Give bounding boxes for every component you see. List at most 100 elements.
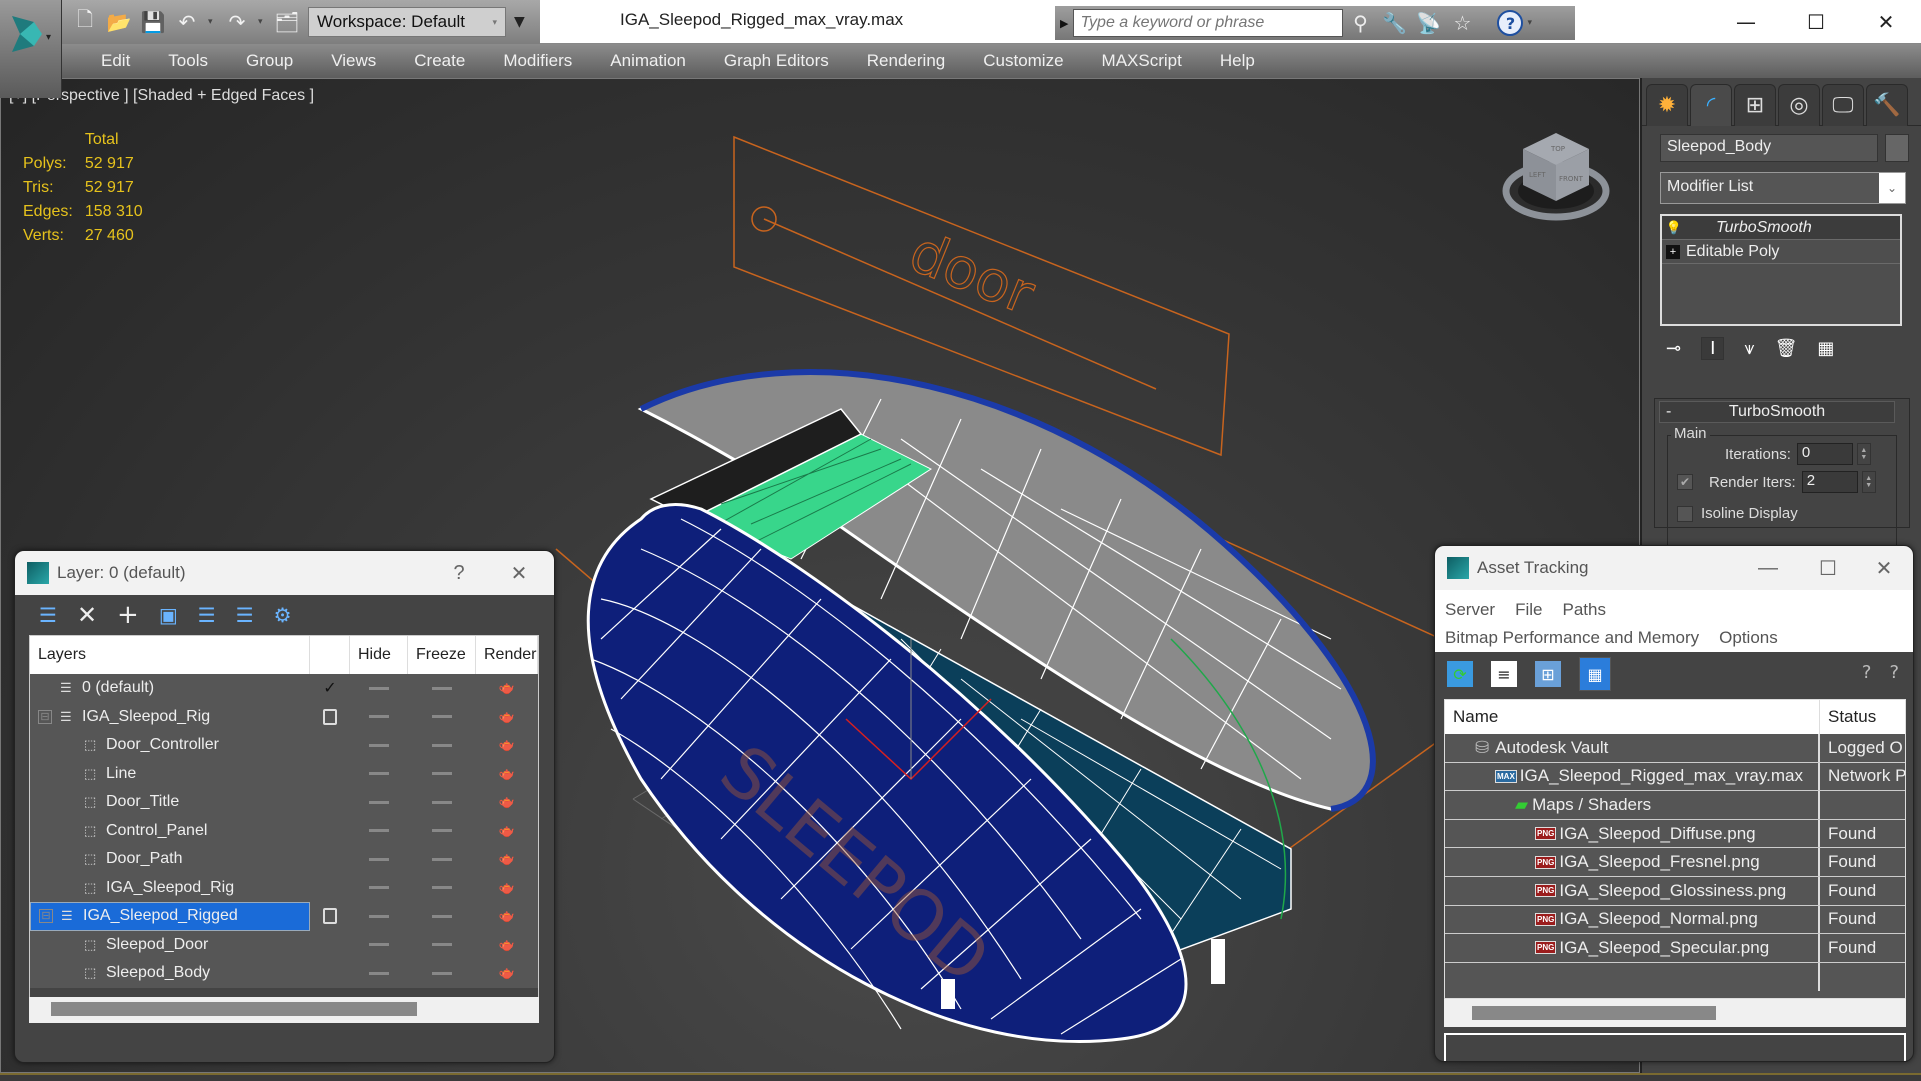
layer-row[interactable]: ⬚ Door_Path 🫖: [30, 845, 538, 874]
menu-create[interactable]: Create: [395, 51, 484, 71]
iterations-spinner[interactable]: 0: [1796, 443, 1853, 465]
add-to-layer-icon[interactable]: +: [117, 600, 139, 630]
key-sign-in-icon[interactable]: 🔧: [1377, 11, 1411, 35]
star-favorites-icon[interactable]: ☆: [1445, 11, 1479, 35]
tab-motion[interactable]: ◎: [1778, 84, 1820, 126]
asset-row[interactable]: PNG IGA_Sleepod_Specular.png Found: [1445, 934, 1905, 963]
layer-name-cell[interactable]: ☰ 0 (default): [30, 674, 310, 703]
render-iters-spinner[interactable]: 2: [1801, 471, 1858, 493]
asset-row[interactable]: PNG IGA_Sleepod_Glossiness.png Found: [1445, 876, 1905, 906]
asset-window-titlebar[interactable]: Asset Tracking — ☐ ✕: [1435, 546, 1913, 590]
layer-name-cell[interactable]: ⬚ Line: [30, 760, 310, 789]
layer-settings-icon[interactable]: ⚙: [274, 603, 292, 627]
close-button[interactable]: ✕: [1859, 546, 1909, 590]
tab-hierarchy[interactable]: ⊞: [1734, 84, 1776, 126]
freeze-toggle[interactable]: [408, 857, 476, 861]
current-layer-toggle[interactable]: [310, 708, 350, 725]
menu-help[interactable]: Help: [1201, 51, 1274, 71]
render-teapot-icon[interactable]: 🫖: [476, 823, 538, 839]
horizontal-scrollbar[interactable]: [29, 997, 539, 1023]
render-teapot-icon[interactable]: 🫖: [476, 709, 538, 725]
layer-name-cell[interactable]: ⬚ Door_Path: [30, 845, 310, 874]
tab-create[interactable]: ✹: [1646, 84, 1688, 126]
redo-dropdown-icon[interactable]: ▾: [258, 17, 266, 27]
undo-dropdown-icon[interactable]: ▾: [208, 17, 216, 27]
layer-name-cell[interactable]: ⊟ ☰ IGA_Sleepod_Rig: [30, 703, 310, 732]
column-current[interactable]: [310, 636, 350, 674]
layer-name-cell[interactable]: ⬚ Control_Panel: [30, 817, 310, 846]
render-teapot-icon[interactable]: 🫖: [476, 766, 538, 782]
workspace-dropdown[interactable]: Workspace: Default ▾: [308, 7, 506, 37]
object-color-swatch[interactable]: [1885, 134, 1909, 162]
refresh-icon[interactable]: ⟳: [1447, 661, 1473, 687]
column-render[interactable]: Render: [476, 636, 538, 674]
asset-row[interactable]: ⛁ Autodesk Vault Logged O: [1445, 734, 1905, 763]
asset-row[interactable]: PNG IGA_Sleepod_Diffuse.png Found: [1445, 819, 1905, 849]
menu-group[interactable]: Group: [227, 51, 312, 71]
isoline-display-checkbox[interactable]: [1677, 505, 1693, 522]
render-teapot-icon[interactable]: 🫖: [476, 737, 538, 753]
menu-graph-editors[interactable]: Graph Editors: [705, 51, 848, 71]
layer-row[interactable]: ⊟ ☰ IGA_Sleepod_Rigged 🫖: [30, 902, 538, 931]
tab-utilities[interactable]: 🔨: [1866, 84, 1908, 126]
render-teapot-icon[interactable]: 🫖: [476, 794, 538, 810]
menu-edit[interactable]: Edit: [82, 51, 149, 71]
column-hide[interactable]: Hide: [350, 636, 408, 674]
layer-row[interactable]: ⬚ Control_Panel 🫖: [30, 817, 538, 846]
close-button[interactable]: ✕: [1851, 0, 1921, 44]
asset-row[interactable]: PNG IGA_Sleepod_Fresnel.png Found: [1445, 848, 1905, 877]
hide-unhide-all-icon[interactable]: ☰: [236, 603, 254, 627]
column-name[interactable]: Name: [1445, 700, 1820, 734]
hide-toggle[interactable]: [350, 943, 408, 947]
hide-toggle[interactable]: [350, 829, 408, 833]
menu-customize[interactable]: Customize: [964, 51, 1082, 71]
freeze-toggle[interactable]: [408, 914, 476, 918]
highlight-selected-layer-icon[interactable]: ☰: [198, 603, 216, 627]
configure-modifier-sets-icon[interactable]: ▦: [1817, 338, 1834, 359]
modifier-stack-item[interactable]: + Editable Poly: [1662, 240, 1900, 264]
menu-modifiers[interactable]: Modifiers: [484, 51, 591, 71]
save-icon[interactable]: 💾: [140, 9, 166, 35]
undo-icon[interactable]: ↶: [174, 9, 200, 35]
render-teapot-icon[interactable]: 🫖: [476, 880, 538, 896]
hide-toggle[interactable]: [350, 886, 408, 890]
expand-search-icon[interactable]: ▶: [1055, 17, 1073, 30]
project-folder-icon[interactable]: 🗂: [274, 9, 300, 35]
hide-toggle[interactable]: [350, 686, 408, 690]
layer-name-cell[interactable]: ⊟ ☰ IGA_Sleepod_Rigged: [30, 902, 310, 931]
freeze-toggle[interactable]: [408, 971, 476, 975]
object-name-field[interactable]: Sleepod_Body: [1660, 134, 1878, 162]
tab-display[interactable]: 🖵: [1822, 84, 1864, 126]
collapse-icon[interactable]: ⊟: [38, 709, 52, 724]
scrollbar-thumb[interactable]: [1472, 1006, 1716, 1020]
hide-toggle[interactable]: [350, 971, 408, 975]
layer-name-cell[interactable]: ⬚ Sleepod_Body: [30, 959, 310, 988]
open-file-icon[interactable]: 📂: [106, 9, 132, 35]
help-button[interactable]: ?: [434, 551, 484, 595]
hide-toggle[interactable]: [350, 800, 408, 804]
tree-view-icon[interactable]: ⊞: [1535, 661, 1561, 687]
asset-row[interactable]: MAX IGA_Sleepod_Rigged_max_vray.max Networ…: [1445, 762, 1905, 792]
layer-row[interactable]: ☰ 0 (default) ✓ 🫖: [30, 674, 538, 703]
collapse-icon[interactable]: ⊟: [39, 909, 53, 924]
hide-toggle[interactable]: [350, 857, 408, 861]
menu-file[interactable]: File: [1515, 600, 1542, 620]
spinner-arrows-icon[interactable]: ▲ ▼: [1861, 471, 1876, 493]
tab-modify[interactable]: ◜: [1690, 84, 1732, 126]
satellite-communication-icon[interactable]: 📡: [1411, 11, 1445, 35]
minimize-button[interactable]: —: [1711, 0, 1781, 44]
viewcube[interactable]: TOP LEFT FRONT: [1501, 119, 1611, 229]
menu-views[interactable]: Views: [312, 51, 395, 71]
table-view-icon[interactable]: ▦: [1579, 657, 1611, 691]
asset-row[interactable]: ▰ Maps / Shaders: [1445, 791, 1905, 820]
show-end-result-icon[interactable]: I: [1701, 336, 1725, 360]
list-view-icon[interactable]: ≡: [1491, 661, 1517, 687]
pin-stack-icon[interactable]: ⊸: [1666, 338, 1681, 359]
menu-bitmap-performance[interactable]: Bitmap Performance and Memory: [1445, 628, 1699, 648]
create-layer-icon[interactable]: ☰: [39, 603, 57, 627]
turbosmooth-rollout-header[interactable]: - TurboSmooth: [1659, 401, 1895, 423]
layer-name-cell[interactable]: ⬚ Sleepod_Door: [30, 931, 310, 960]
freeze-toggle[interactable]: [408, 715, 476, 719]
layer-name-cell[interactable]: ⬚ Door_Controller: [30, 731, 310, 760]
menu-options[interactable]: Options: [1719, 628, 1778, 648]
